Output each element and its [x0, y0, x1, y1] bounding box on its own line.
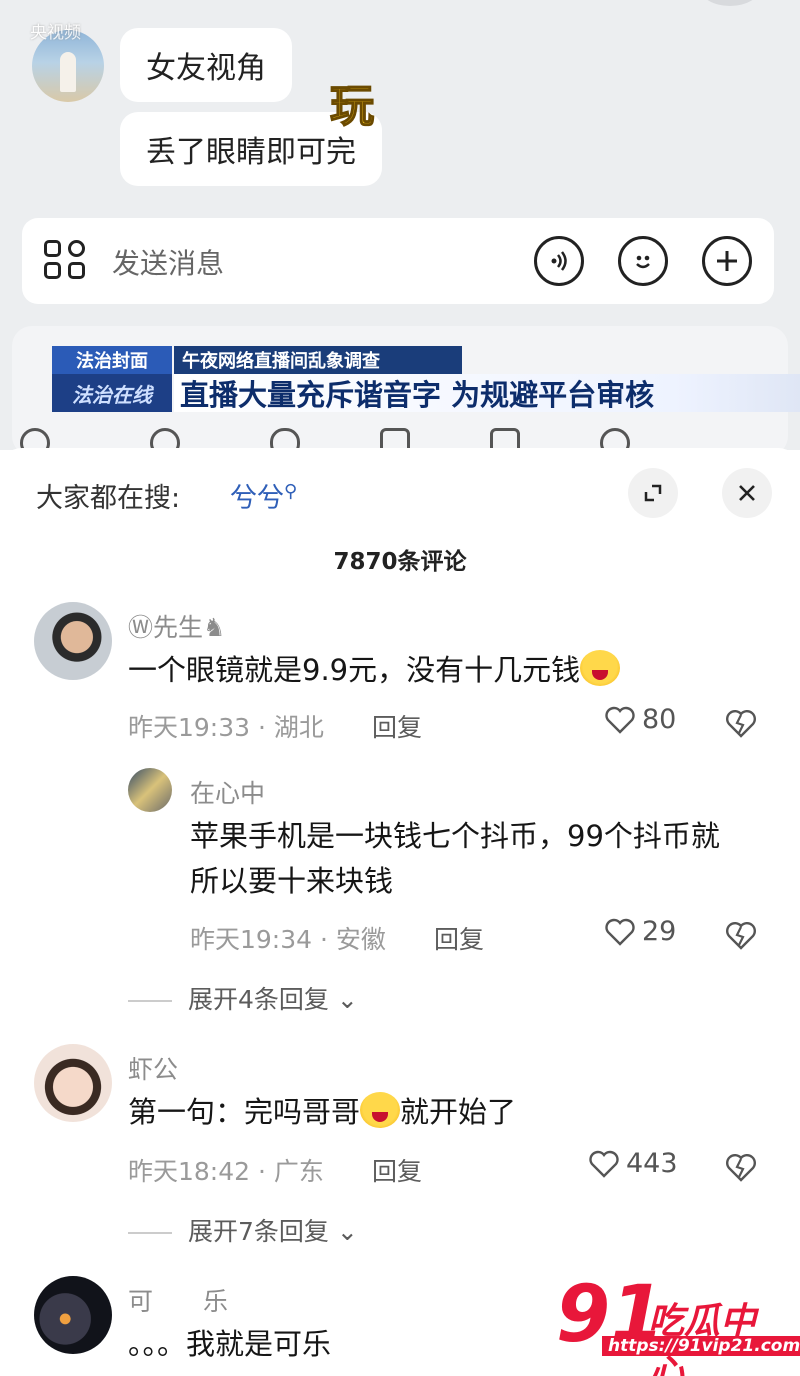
comment-text-content: 一个眼镜就是9.9元，没有十几元钱 [128, 653, 581, 687]
divider [128, 1232, 172, 1234]
watermark-url: https://91vip21.com [602, 1336, 800, 1356]
avatar[interactable] [34, 1044, 112, 1122]
toolbar-icon-6[interactable] [600, 428, 630, 450]
watermark-text: 吃瓜中心 [648, 1301, 757, 1376]
reply-button[interactable]: 回复 [372, 1152, 422, 1188]
chevron-down-icon: ⌄ [336, 985, 358, 1014]
heart-icon [605, 918, 635, 946]
comments-sheet: 大家都在搜: 兮兮⚲ 7870条评论 Ⓦ先生♞ 一个眼镜就是9.9元，没有十几元… [0, 448, 800, 1376]
video-top-control [700, 0, 760, 6]
like-count: 80 [642, 704, 677, 735]
comment-text: 。。。我就是可乐 [128, 1327, 332, 1361]
reply-author[interactable]: 在心中 [190, 774, 265, 810]
dislike-icon[interactable] [724, 1150, 758, 1184]
divider [128, 1000, 172, 1002]
search-term-text: 兮兮 [230, 483, 284, 514]
reply-text-line-1: 苹果手机是一块钱七个抖币，99个抖币就 [190, 819, 720, 853]
search-icon: ⚲ [284, 481, 298, 502]
message-composer: 发送消息 [22, 218, 774, 304]
voice-icon[interactable] [534, 236, 584, 286]
search-hint-label: 大家都在搜: [36, 483, 181, 514]
program-label: 法治封面 [52, 346, 172, 374]
toolbar-icon-2[interactable] [150, 428, 180, 450]
channel-watermark: 央视频 [30, 23, 81, 43]
search-suggestion-link[interactable]: 兮兮⚲ [230, 476, 297, 515]
reply-meta: 昨天19:34 · 安徽 [190, 925, 386, 954]
comment-meta: 昨天19:33 · 湖北 [128, 713, 324, 742]
toolbar-icon-7[interactable] [715, 428, 745, 450]
like-count: 443 [626, 1148, 678, 1179]
expand-replies-label: 展开4条回复 [188, 985, 329, 1014]
news-headline: 直播大量充斥谐音字 为规避平台审核 [174, 374, 800, 412]
close-icon[interactable] [722, 468, 772, 518]
news-topic: 午夜网络直播间乱象调查 [174, 346, 462, 374]
expand-icon[interactable] [628, 468, 678, 518]
toolbar-icon-5[interactable] [490, 428, 520, 450]
like-button[interactable]: 443 [588, 1148, 678, 1179]
comment-author[interactable]: 虾公 [128, 1050, 178, 1086]
dislike-icon[interactable] [724, 706, 758, 740]
heart-icon [589, 1150, 619, 1178]
laughing-cry-emoji-icon [580, 650, 621, 686]
like-button[interactable]: 29 [604, 916, 676, 947]
news-banner: 法治封面 法治在线 午夜网络直播间乱象调查 直播大量充斥谐音字 为规避平台审核 [52, 346, 800, 412]
expand-replies-button[interactable]: 展开7条回复 ⌄ [128, 1212, 358, 1248]
comment-text: 一个眼镜就是9.9元，没有十几元钱 [128, 648, 621, 693]
reply-button[interactable]: 回复 [434, 920, 484, 956]
comment-text-part-2: 就开始了 [400, 1095, 517, 1129]
comment-text: 第一句：完吗哥哥 就开始了 [128, 1090, 516, 1135]
comment-count: 7870条评论 [333, 549, 467, 575]
avatar[interactable] [128, 768, 172, 812]
heart-icon [605, 706, 635, 734]
reply-text-line-2: 所以要十来块钱 [190, 864, 394, 898]
chevron-down-icon: ⌄ [336, 1217, 358, 1246]
like-count: 29 [642, 916, 677, 947]
emoji-icon[interactable] [618, 236, 668, 286]
toolbar-icon-3[interactable] [270, 428, 300, 450]
message-input[interactable]: 发送消息 [112, 242, 224, 282]
expand-replies-label: 展开7条回复 [188, 1217, 329, 1246]
comment-author[interactable]: 可 乐 [128, 1282, 228, 1318]
comment-author[interactable]: Ⓦ先生♞ [128, 608, 225, 644]
avatar[interactable] [34, 602, 112, 680]
avatar[interactable] [34, 1276, 112, 1354]
chat-bubble-1: 女友视角 [120, 28, 292, 102]
expand-replies-button[interactable]: 展开4条回复 ⌄ [128, 980, 358, 1016]
site-watermark-logo: 91 吃瓜中心 https://91vip21.com [556, 1270, 800, 1376]
dislike-icon[interactable] [724, 918, 758, 952]
video-toolbar [0, 420, 800, 450]
video-player[interactable]: 央视频 女友视角 丢了眼睛即可完 玩 发送消息 法治封面 法治在线 午夜网络直播… [0, 0, 800, 450]
plus-icon[interactable] [702, 236, 752, 286]
reply-button[interactable]: 回复 [372, 708, 422, 744]
toolbar-icon-1[interactable] [20, 428, 50, 450]
like-button[interactable]: 80 [604, 704, 676, 735]
channel-label: 法治在线 [52, 374, 172, 412]
comment-meta: 昨天18:42 · 广东 [128, 1157, 324, 1186]
apps-grid-icon[interactable] [44, 240, 90, 282]
toolbar-icon-4[interactable] [380, 428, 410, 450]
overlay-caption: 玩 [329, 80, 375, 133]
laughing-cry-emoji-icon [360, 1092, 401, 1128]
comment-text-part-1: 第一句：完吗哥哥 [128, 1095, 361, 1129]
